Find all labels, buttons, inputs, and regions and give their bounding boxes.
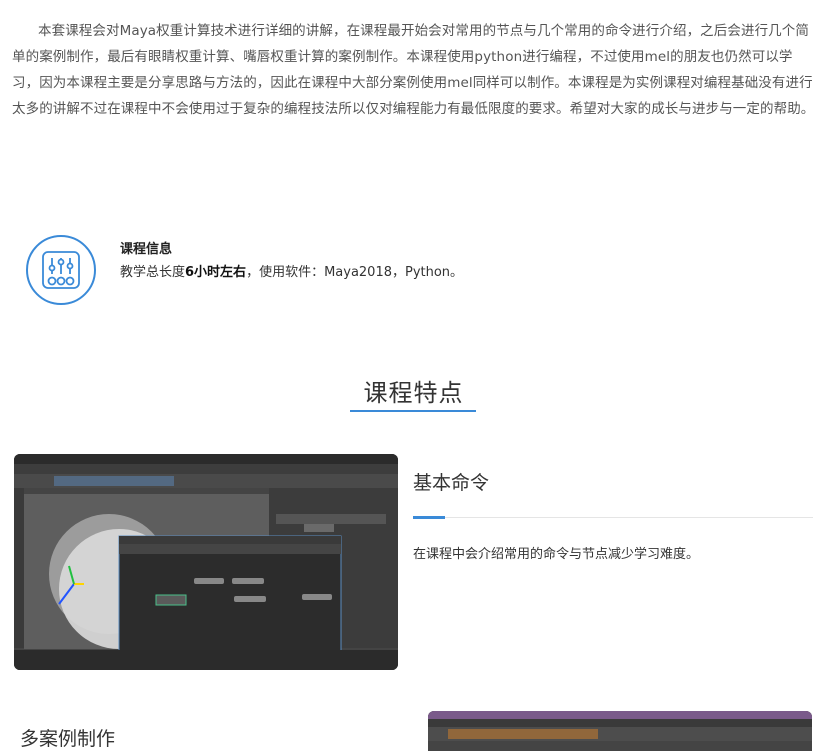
feature-divider bbox=[413, 517, 813, 518]
feature-title-multi-cases: 多案例制作 bbox=[20, 728, 116, 750]
maya-screenshot-2 bbox=[428, 711, 812, 751]
sliders-icon bbox=[26, 235, 96, 305]
feature-title-basic-commands: 基本命令 bbox=[413, 472, 490, 494]
feature-desc-basic-commands: 在课程中会介绍常用的命令与节点减少学习难度。 bbox=[413, 547, 700, 562]
maya-screenshot bbox=[14, 454, 398, 670]
section-title: 课程特点 bbox=[363, 379, 464, 407]
course-info-title: 课程信息 bbox=[120, 242, 173, 257]
feature-divider-accent bbox=[413, 516, 445, 519]
info-desc-prefix: 教学总长度 bbox=[120, 265, 186, 280]
course-duration: 6小时左右 bbox=[185, 265, 247, 280]
course-info-desc: 教学总长度6小时左右，使用软件：Maya2018，Python。 bbox=[120, 261, 463, 280]
section-underline bbox=[350, 410, 476, 412]
info-desc-suffix: ，使用软件：Maya2018，Python。 bbox=[246, 265, 464, 280]
course-intro-paragraph: 本套课程会对Maya权重计算技术进行详细的讲解，在课程最开始会对常用的节点与几个… bbox=[12, 22, 815, 118]
